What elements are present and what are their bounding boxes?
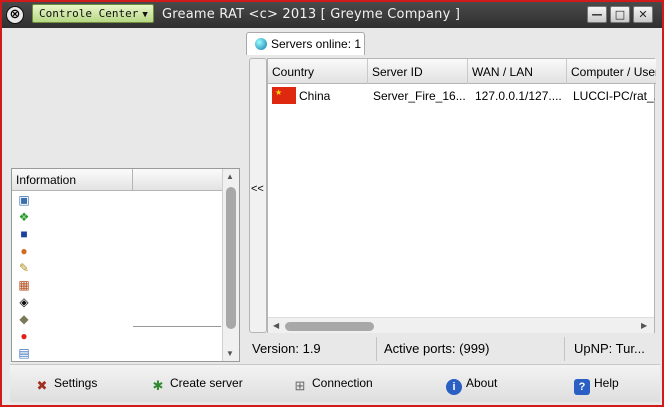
servers-grid: Country Server ID WAN / LAN Computer / U… bbox=[267, 58, 656, 333]
warning-icon: ● bbox=[20, 329, 28, 343]
bug-icon: ✱ bbox=[152, 378, 164, 393]
status-divider bbox=[564, 337, 565, 361]
preview-area bbox=[10, 32, 240, 164]
controle-center-label: Controle Center bbox=[39, 7, 139, 20]
scroll-thumb[interactable] bbox=[285, 322, 374, 331]
user-icon: ● bbox=[20, 244, 28, 258]
information-scrollbar[interactable]: ▲ ▼ bbox=[222, 169, 239, 361]
app-logo-icon[interactable]: ⊗ bbox=[6, 6, 24, 24]
version-status: Version: 1.9 bbox=[252, 341, 321, 356]
title-bar: ⊗ Controle Center ▼ Greame RAT <c> 2013 [… bbox=[2, 2, 662, 28]
chip-icon: ◆ bbox=[19, 312, 29, 326]
scroll-thumb[interactable] bbox=[226, 187, 236, 329]
wrench-icon: ✖ bbox=[36, 378, 48, 393]
upnp-status: UpNP: Tur... bbox=[574, 341, 645, 356]
connection-button[interactable]: ⊞ Connection bbox=[292, 373, 373, 393]
help-button[interactable]: ? Help bbox=[574, 373, 619, 395]
divider bbox=[133, 326, 221, 327]
globe-icon: ◈ bbox=[19, 295, 29, 309]
table-row[interactable]: ★ China Server_Fire_16... 127.0.0.1/127.… bbox=[268, 85, 656, 107]
status-divider bbox=[376, 337, 377, 361]
column-header-wan-lan[interactable]: WAN / LAN bbox=[468, 59, 567, 84]
about-button[interactable]: i About bbox=[446, 373, 498, 395]
minimize-button[interactable]: — bbox=[587, 6, 607, 23]
information-header: Information bbox=[12, 169, 222, 191]
drive-icon: ▤ bbox=[18, 346, 30, 360]
cell-wan-lan: 127.0.0.1/127.... bbox=[475, 89, 562, 103]
column-header-computer-user[interactable]: Computer / User bbox=[567, 59, 656, 84]
desktop-icon: ■ bbox=[20, 227, 28, 241]
settings-label: Settings bbox=[54, 376, 98, 390]
active-ports-status: Active ports: (999) bbox=[384, 341, 490, 356]
collapse-panel-button[interactable]: << bbox=[249, 58, 267, 333]
window-title: Greame RAT <c> 2013 [ Greyme Company ] bbox=[162, 7, 461, 22]
chevron-down-icon: ▼ bbox=[142, 10, 148, 20]
monitor-icon: ▣ bbox=[18, 193, 30, 207]
about-label: About bbox=[466, 376, 498, 390]
cell-country: China bbox=[299, 89, 331, 103]
info-icon: i bbox=[446, 379, 462, 395]
scroll-right-icon[interactable]: ▶ bbox=[641, 321, 647, 330]
scroll-up-icon[interactable]: ▲ bbox=[226, 172, 234, 181]
scroll-down-icon[interactable]: ▼ bbox=[226, 349, 234, 358]
scroll-left-icon[interactable]: ◀ bbox=[273, 321, 279, 330]
firewall-icon: ▦ bbox=[18, 278, 30, 292]
information-header-label[interactable]: Information bbox=[12, 169, 133, 191]
create-server-label: Create server bbox=[170, 376, 243, 390]
globe-icon bbox=[255, 38, 267, 50]
create-server-button[interactable]: ✱ Create server bbox=[150, 373, 243, 393]
windows-icon: ❖ bbox=[18, 210, 30, 224]
column-header-country[interactable]: Country bbox=[268, 59, 368, 84]
information-list: ▣ ❖ ■ ● ✎ ▦ ◈ ◆ ● ▤ bbox=[16, 193, 36, 363]
information-panel: Information ▣ ❖ ■ ● ✎ ▦ ◈ ◆ ● ▤ ▲ ▼ bbox=[11, 168, 240, 362]
collapse-label: << bbox=[251, 183, 264, 195]
china-flag-icon: ★ bbox=[272, 87, 296, 104]
app-window: ⊗ Controle Center ▼ Greame RAT <c> 2013 [… bbox=[0, 0, 664, 407]
tools-icon: ✎ bbox=[18, 261, 30, 275]
settings-button[interactable]: ✖ Settings bbox=[34, 373, 98, 393]
controle-center-button[interactable]: Controle Center ▼ bbox=[32, 4, 154, 23]
connection-label: Connection bbox=[312, 376, 373, 390]
tab-label: Servers online: 1 bbox=[271, 37, 362, 51]
close-button[interactable]: ✕ bbox=[633, 6, 653, 23]
cell-server-id: Server_Fire_16... bbox=[373, 89, 465, 103]
help-label: Help bbox=[594, 376, 619, 390]
network-icon: ⊞ bbox=[294, 378, 306, 393]
tab-servers-online[interactable]: Servers online: 1 bbox=[246, 32, 365, 55]
cell-computer-user: LUCCI-PC/rat_... bbox=[573, 89, 655, 103]
bottom-toolbar: ✖ Settings ✱ Create server ⊞ Connection i Ab… bbox=[10, 364, 660, 402]
status-bar: Version: 1.9 Active ports: (999) UpNP: T… bbox=[246, 337, 660, 361]
horizontal-scrollbar[interactable]: ◀ ▶ bbox=[268, 317, 654, 333]
grid-header: Country Server ID WAN / LAN Computer / U… bbox=[268, 59, 656, 84]
help-icon: ? bbox=[574, 379, 590, 395]
maximize-button[interactable]: □ bbox=[610, 6, 630, 23]
column-header-server-id[interactable]: Server ID bbox=[368, 59, 468, 84]
